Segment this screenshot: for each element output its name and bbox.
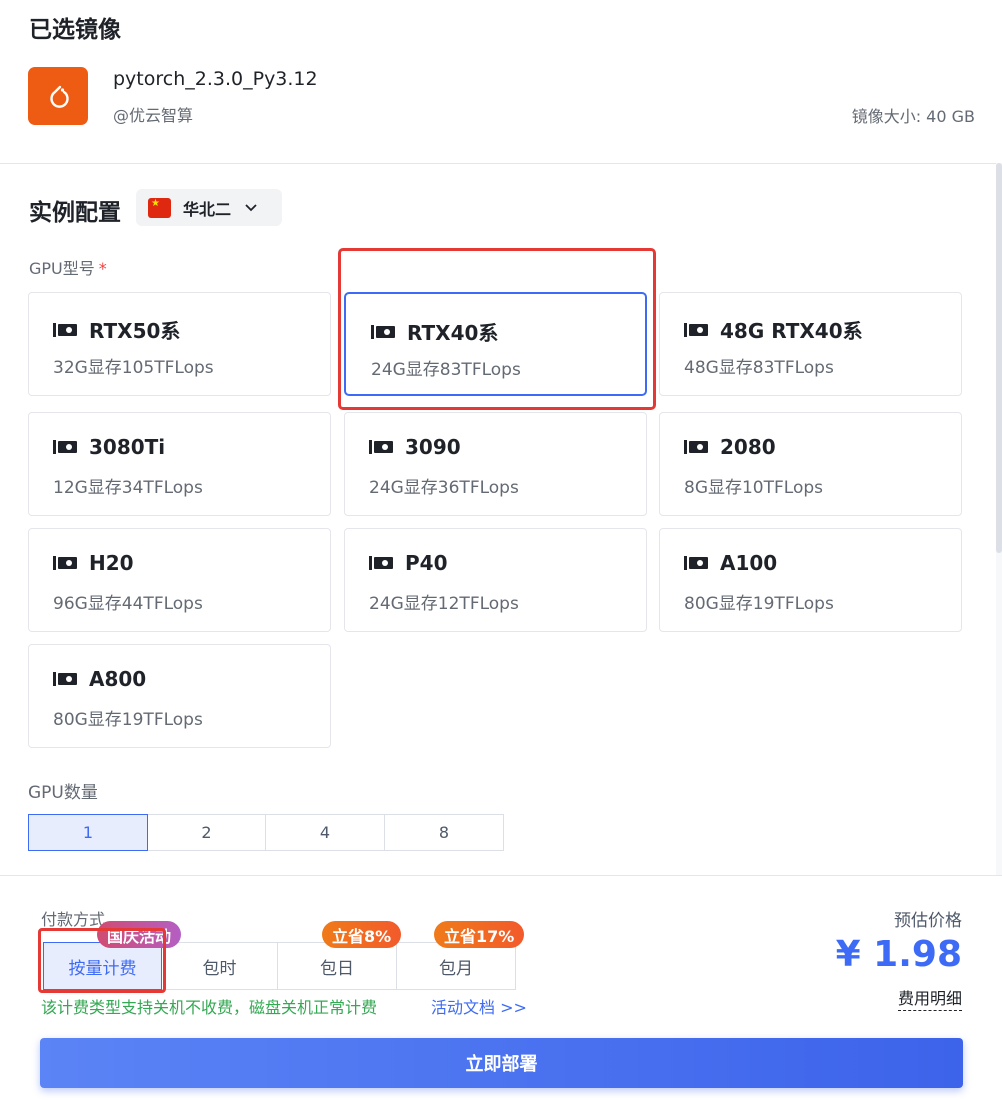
gpu-spec: 24G显存12TFLops	[369, 594, 519, 614]
instance-config-title: 实例配置	[29, 200, 121, 226]
gpu-icon	[684, 322, 708, 337]
gpu-icon	[371, 324, 395, 339]
gpu-icon	[53, 556, 77, 570]
gpu-name: A100	[720, 551, 778, 575]
gpu-spec: 24G显存36TFLops	[369, 478, 519, 498]
promo-badge-save-17: 立省17%	[434, 921, 525, 948]
chevron-down-icon	[245, 200, 257, 216]
gpu-name: RTX40系	[407, 321, 499, 345]
gpu-icon	[369, 556, 393, 570]
gpu-spec: 12G显存34TFLops	[53, 478, 203, 498]
gpu-spec: 32G显存105TFLops	[53, 358, 214, 378]
gpu-spec: 80G显存19TFLops	[53, 710, 203, 730]
gpu-icon	[53, 322, 77, 337]
gpu-name: 48G RTX40系	[720, 319, 863, 343]
gpu-count-option-4[interactable]: 4	[266, 814, 385, 851]
region-label: 华北二	[183, 199, 232, 219]
gpu-name: A800	[89, 667, 147, 691]
gpu-count-option-2[interactable]: 2	[148, 814, 266, 851]
gpu-card-48g-rtx40[interactable]: 48G RTX40系 48G显存83TFLops	[659, 292, 962, 396]
billing-note: 该计费类型支持关机不收费，磁盘关机正常计费	[41, 998, 378, 1017]
gpu-card-h20[interactable]: H20 96G显存44TFLops	[28, 528, 331, 632]
gpu-card-a100[interactable]: A100 80G显存19TFLops	[659, 528, 962, 632]
gpu-icon	[53, 672, 77, 686]
gpu-spec: 24G显存83TFLops	[371, 360, 521, 380]
gpu-count-option-1[interactable]: 1	[28, 814, 148, 851]
divider	[0, 875, 1002, 876]
pytorch-logo-icon	[28, 67, 88, 125]
gpu-name: RTX50系	[89, 319, 181, 343]
region-select[interactable]: 华北二	[136, 189, 282, 226]
gpu-card-a800[interactable]: A800 80G显存19TFLops	[28, 644, 331, 748]
china-flag-icon	[148, 197, 171, 218]
payment-option-daily[interactable]: 包日	[278, 942, 397, 990]
gpu-icon	[684, 556, 708, 570]
gpu-name: 3080Ti	[89, 435, 166, 459]
gpu-count-label: GPU数量	[28, 783, 98, 803]
gpu-count-option-8[interactable]: 8	[385, 814, 504, 851]
gpu-icon	[369, 440, 393, 454]
payment-selector[interactable]: 按量计费 包时 包日 包月	[43, 942, 516, 990]
image-size: 镜像大小: 40 GB	[851, 107, 975, 126]
gpu-icon	[53, 440, 77, 454]
price-label: 预估价格	[894, 911, 962, 931]
divider	[0, 163, 1002, 164]
gpu-spec: 96G显存44TFLops	[53, 594, 203, 614]
gpu-card-p40[interactable]: P40 24G显存12TFLops	[344, 528, 647, 632]
promo-badge-national-day: 国庆活动	[97, 921, 182, 948]
promo-badge-save-8: 立省8%	[322, 921, 402, 948]
gpu-type-label: GPU型号 *	[29, 259, 107, 278]
gpu-card-rtx40[interactable]: RTX40系 24G显存83TFLops	[344, 292, 647, 396]
gpu-icon	[684, 440, 708, 454]
image-name: pytorch_2.3.0_Py3.12	[113, 68, 318, 90]
selected-image-title: 已选镜像	[29, 17, 121, 43]
gpu-spec: 80G显存19TFLops	[684, 594, 834, 614]
gpu-card-3080ti[interactable]: 3080Ti 12G显存34TFLops	[28, 412, 331, 516]
gpu-name: P40	[405, 551, 448, 575]
fee-detail-link[interactable]: 费用明细	[897, 985, 962, 1011]
image-owner: @优云智算	[113, 106, 194, 125]
gpu-name: 2080	[720, 435, 776, 459]
gpu-spec: 8G显存10TFLops	[684, 478, 824, 498]
payment-option-monthly[interactable]: 包月	[397, 942, 516, 990]
gpu-count-selector[interactable]: 1 2 4 8	[28, 814, 504, 851]
payment-option-hourly[interactable]: 包时	[162, 942, 278, 990]
payment-label: 付款方式	[41, 910, 106, 929]
gpu-spec: 48G显存83TFLops	[684, 358, 834, 378]
gpu-card-3090[interactable]: 3090 24G显存36TFLops	[344, 412, 647, 516]
price-value: ¥ 1.98	[835, 934, 962, 975]
gpu-name: H20	[89, 551, 134, 575]
scrollbar-thumb[interactable]	[996, 163, 1002, 553]
gpu-card-2080[interactable]: 2080 8G显存10TFLops	[659, 412, 962, 516]
required-mark: *	[98, 259, 107, 278]
payment-option-pay-as-you-go[interactable]: 按量计费	[43, 942, 162, 990]
gpu-card-rtx50[interactable]: RTX50系 32G显存105TFLops	[28, 292, 331, 396]
activity-doc-link[interactable]: 活动文档 >>	[431, 994, 527, 1018]
deploy-button[interactable]: 立即部署	[40, 1038, 963, 1088]
gpu-name: 3090	[405, 435, 461, 459]
